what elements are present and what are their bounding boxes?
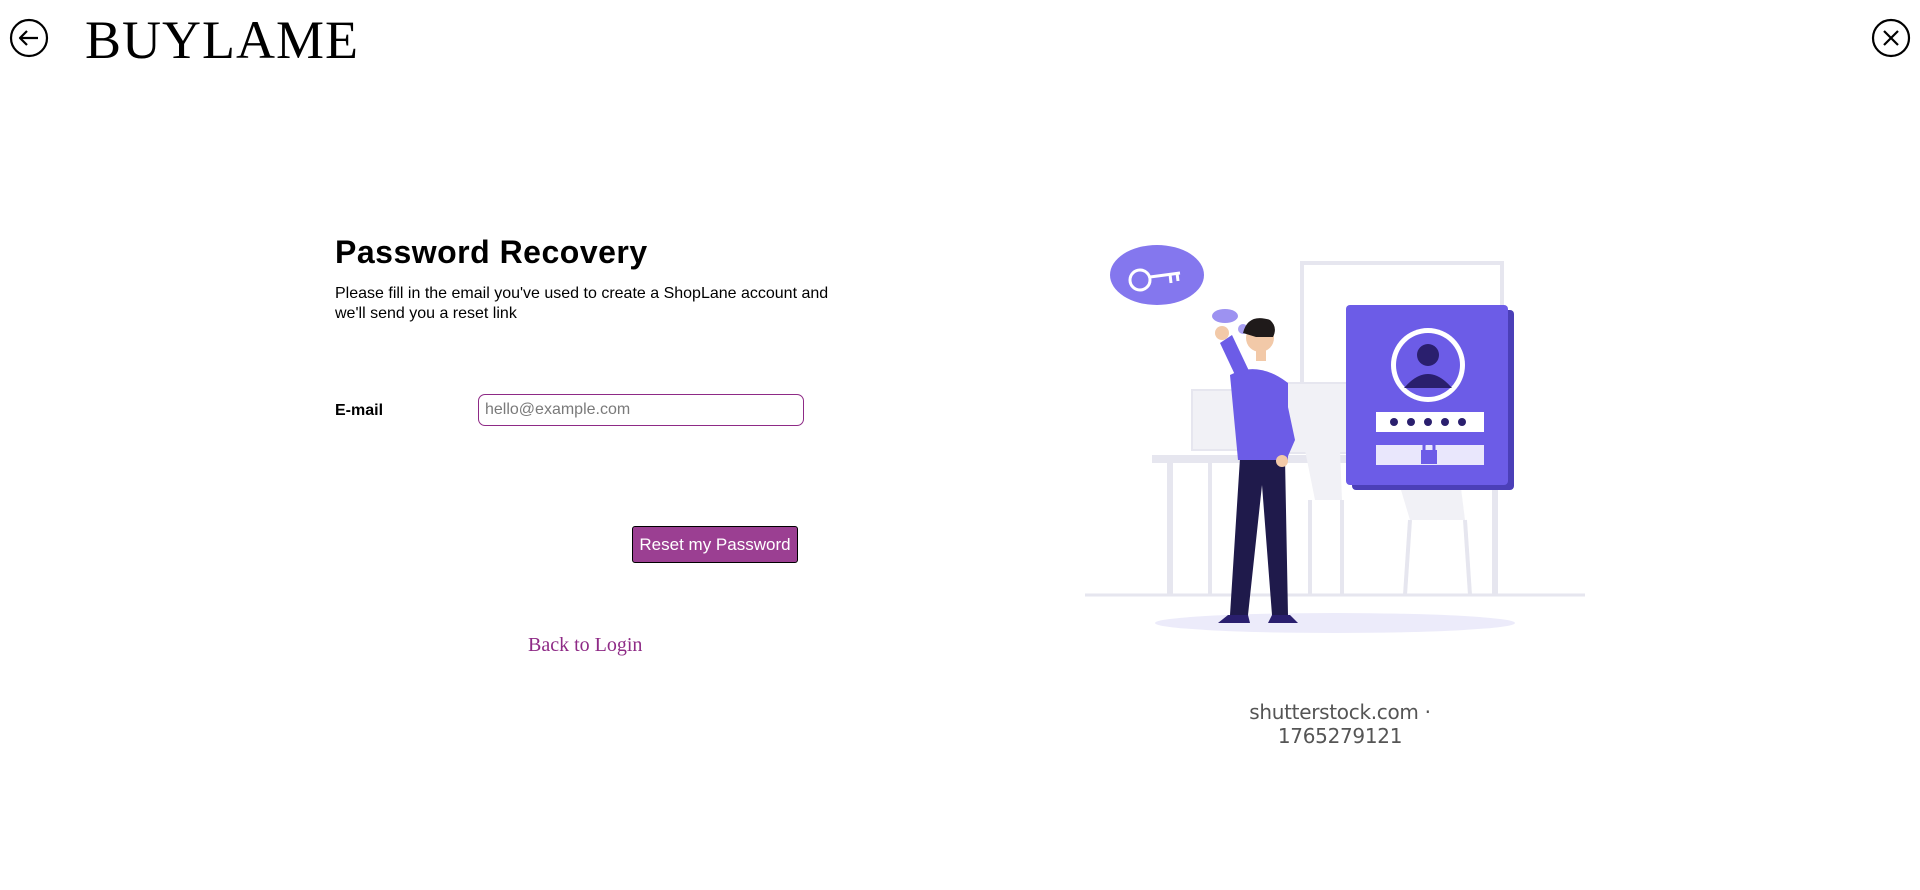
email-label: E-mail (335, 402, 384, 419)
back-to-login-link[interactable]: Back to Login (528, 634, 642, 657)
reset-password-button[interactable]: Reset my Password (632, 526, 798, 563)
page-title: Password Recovery (335, 234, 648, 270)
password-recovery-page: BUYLAME Password Recovery Please fill in… (0, 0, 1920, 890)
email-input[interactable] (478, 394, 804, 426)
brand-logo: BUYLAME (85, 10, 359, 70)
back-arrow-icon[interactable] (9, 18, 49, 58)
shutterstock-watermark: shutterstock.com · 1765279121 (1249, 700, 1431, 748)
page-subtitle: Please fill in the email you've used to … (335, 285, 829, 322)
email-row: E-mail (335, 394, 855, 428)
recovery-form: Password Recovery Please fill in the ema… (335, 230, 855, 656)
password-recovery-illustration (1080, 225, 1600, 745)
close-icon[interactable] (1871, 18, 1911, 58)
